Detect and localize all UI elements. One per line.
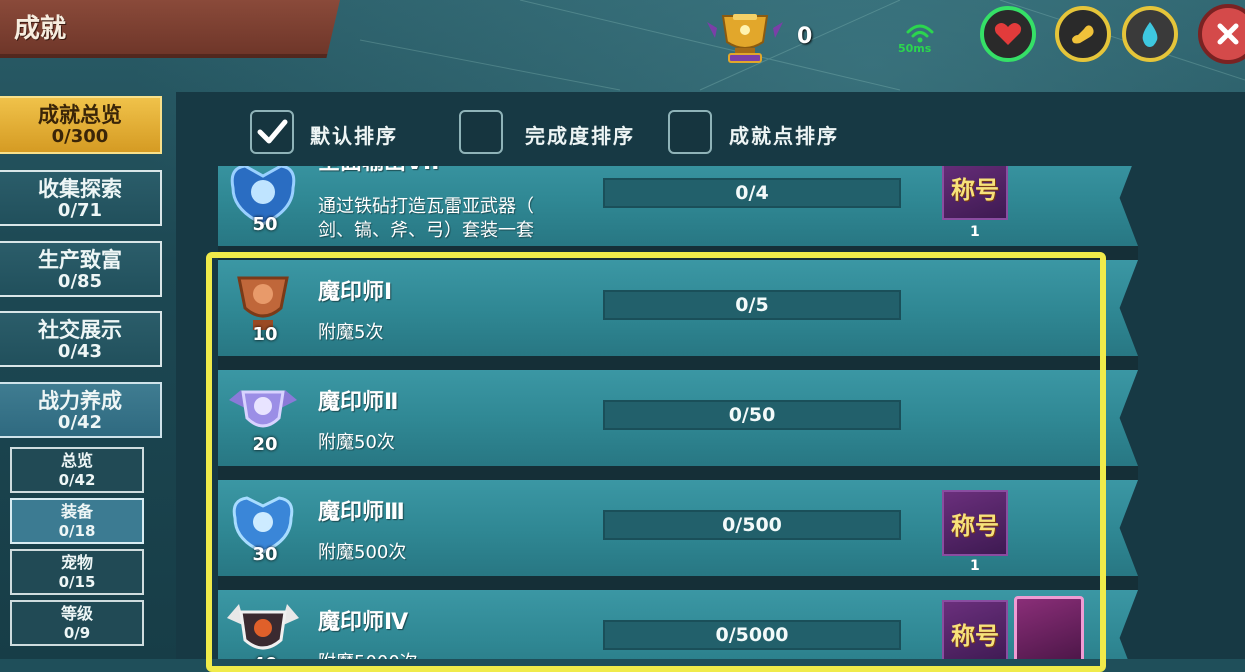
reward-label: 称号 [951,511,999,540]
reward-label: 称号 [951,175,999,204]
sidebar-item-count: 0/43 [57,341,103,362]
reward-title-icon[interactable]: 称号 [942,166,1008,220]
page-title: 成就 [14,14,67,44]
achievement-name: 魔印师Ⅲ [318,500,405,525]
sort-completion-checkbox[interactable] [459,110,503,154]
sidebar-item-label: 成就总览 [38,103,122,127]
achievement-desc-line2: 剑、镐、斧、弓）套装一套 [318,220,534,241]
reward-title-icon[interactable]: 称号 [942,600,1008,659]
sidebar-item-label: 生产致富 [38,248,122,272]
trophy-icon [707,14,783,63]
sort-points-label[interactable]: 成就点排序 [729,120,839,149]
health-button[interactable] [980,6,1036,62]
achievement-progress: 0/500 [603,510,901,540]
subtab-label: 等级 [60,604,93,623]
hunger-button[interactable] [1055,6,1111,62]
water-drop-icon [1142,22,1158,47]
sidebar-item-count: 0/85 [57,271,103,292]
subtab-count: 0/15 [58,573,96,591]
reward-title-icon[interactable]: 称号 [942,490,1008,556]
row-divider [218,466,1138,480]
heart-icon [994,23,1022,45]
close-icon [1217,23,1239,45]
row-divider [218,246,1138,260]
subtab-label: 装备 [60,502,93,521]
sidebar-item-social[interactable]: 社交展示 0/43 [0,311,162,367]
achievement-desc: 附魔5次 [318,322,384,343]
subtab-count: 0/42 [58,471,96,489]
achievement-row-clip: 40 魔印师Ⅳ 附魔5000次 0/5000 称号 [218,590,1138,659]
achievement-desc: 附魔500次 [318,542,407,563]
achievement-points: 10 [252,324,278,345]
row-divider [218,356,1138,370]
achievement-progress: 0/5 [603,290,901,320]
sort-default-label[interactable]: 默认排序 [310,120,398,149]
sidebar-item-overview[interactable]: 成就总览 0/300 [0,96,162,154]
achievement-desc: 附魔50次 [318,432,395,453]
sidebar-item-label: 战力养成 [38,389,122,413]
sort-default-checkbox[interactable] [250,110,294,154]
achievement-points: 50 [252,214,278,235]
achievement-row[interactable]: 20 魔印师Ⅱ 附魔50次 0/50 [218,370,1138,466]
subtab-count: 0/9 [63,624,91,642]
sidebar-item-label: 收集探索 [38,177,122,201]
subtab-level[interactable]: 等级 0/9 [10,600,144,646]
reward-quantity: 1 [970,224,980,240]
sidebar-item-collection[interactable]: 收集探索 0/71 [0,170,162,226]
achievement-progress: 0/5000 [603,620,901,650]
achievement-progress: 0/50 [603,400,901,430]
sort-points-checkbox[interactable] [668,110,712,154]
subtab-count: 0/18 [58,522,96,540]
ping-indicator: 50ms [898,42,932,55]
food-icon [1072,25,1094,44]
reward-quantity: 1 [970,558,980,574]
subtab-label: 总览 [60,451,93,470]
achievement-points: 40 [240,654,290,659]
achievement-badge-icon [227,604,299,650]
achievement-name: 魔印师Ⅱ [318,390,399,415]
achievement-progress: 0/4 [603,178,901,208]
reward-avatar-frame-icon[interactable] [1014,596,1084,659]
achievement-row[interactable]: 30 魔印师Ⅲ 附魔500次 0/500 称号 1 [218,480,1138,576]
trophy-count: 0 [797,24,813,49]
reward-label: 称号 [951,621,999,650]
subtab-equipment[interactable]: 装备 0/18 [10,498,144,544]
subtab-label: 宠物 [60,553,93,572]
achievement-name: 全面输出VII [318,166,439,176]
achievement-points: 30 [252,544,278,565]
wifi-icon [906,24,934,43]
achievement-row-clip: 50 全面输出VII 通过铁砧打造瓦雷亚武器（ 剑、镐、斧、弓）套装一套 0/4… [218,166,1138,246]
achievement-row[interactable]: 50 全面输出VII 通过铁砧打造瓦雷亚武器（ 剑、镐、斧、弓）套装一套 0/4… [218,166,1138,246]
achievement-name: 魔印师Ⅰ [318,280,393,305]
achievement-points: 20 [252,434,278,455]
subtab-overview[interactable]: 总览 0/42 [10,447,144,493]
achievement-desc: 附魔5000次 [318,648,418,659]
subtab-pets[interactable]: 宠物 0/15 [10,549,144,595]
sidebar-item-count: 0/300 [51,126,109,147]
water-button[interactable] [1122,6,1178,62]
row-divider [218,576,1138,590]
sidebar-item-count: 0/71 [57,200,103,221]
sidebar-item-production[interactable]: 生产致富 0/85 [0,241,162,297]
achievement-row[interactable]: 10 魔印师Ⅰ 附魔5次 0/5 [218,260,1138,356]
achievement-name: 魔印师Ⅳ [318,610,409,635]
sidebar-item-count: 0/42 [57,412,103,433]
sidebar-item-label: 社交展示 [38,318,122,342]
achievement-desc-line1: 通过铁砧打造瓦雷亚武器（ [318,196,534,217]
checkmark-icon [257,119,288,144]
sort-completion-label[interactable]: 完成度排序 [525,120,635,149]
achievement-row[interactable]: 40 魔印师Ⅳ 附魔5000次 0/5000 称号 [218,590,1138,659]
sidebar-item-combat[interactable]: 战力养成 0/42 [0,382,162,438]
